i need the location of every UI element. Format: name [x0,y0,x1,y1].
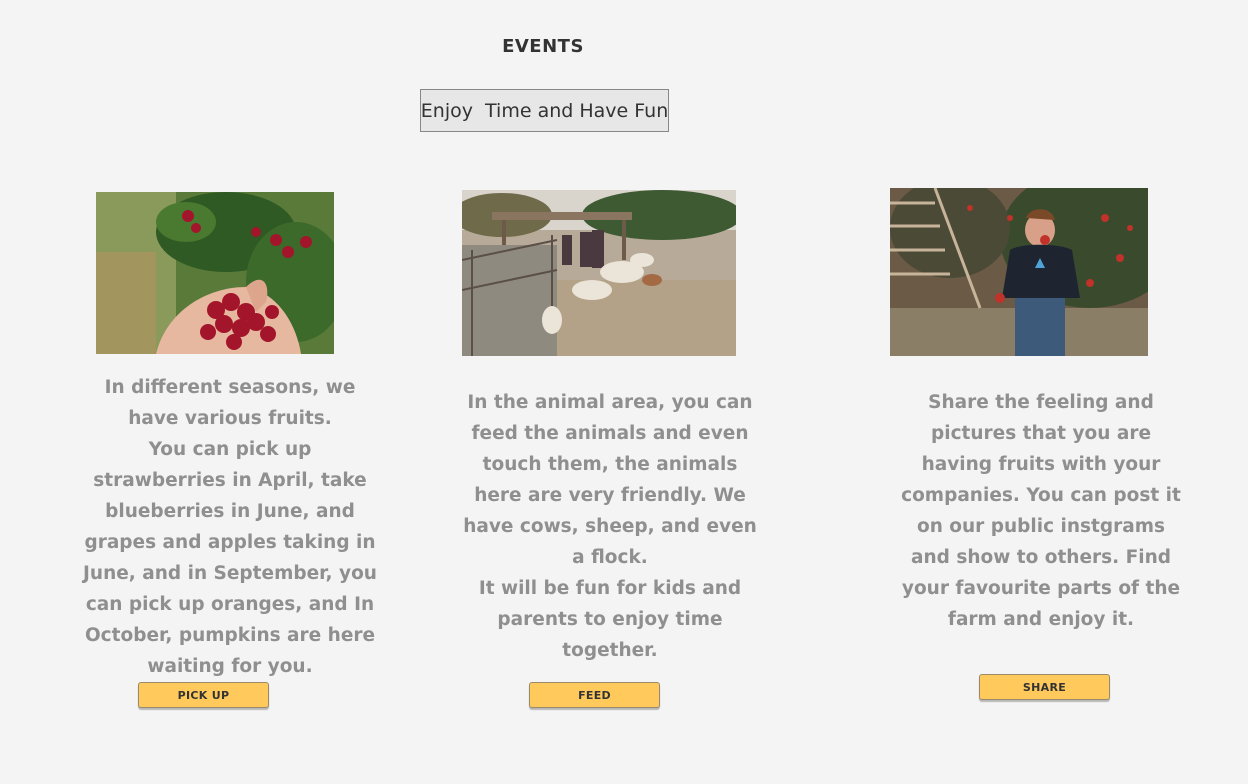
boy-eating-apple-photo [890,188,1148,356]
description-line: In the animal area, you can feed the ani… [463,392,757,568]
cherries-in-hand-photo [96,192,334,354]
share-button[interactable]: SHARE [979,674,1110,700]
description-line: You can pick up strawberries in April, t… [83,439,377,677]
share-description: Share the feeling and pictures that you … [896,387,1186,635]
events-page: EVENTS Enjoy Time and Have Fun In differ… [0,0,1248,784]
pick-up-button[interactable]: PICK UP [138,682,269,708]
subtitle-banner: Enjoy Time and Have Fun [420,89,669,132]
feed-button[interactable]: FEED [529,682,660,708]
description-line: In different seasons, we have various fr… [104,377,356,429]
description-line: It will be fun for kids and parents to e… [478,578,742,661]
family-feeding-sheep-photo [462,190,736,356]
feed-description: In the animal area, you can feed the ani… [460,387,760,666]
description-line: Share the feeling and pictures that you … [901,392,1181,630]
pick-up-description: In different seasons, we have various fr… [80,372,380,682]
page-title: EVENTS [502,36,584,57]
